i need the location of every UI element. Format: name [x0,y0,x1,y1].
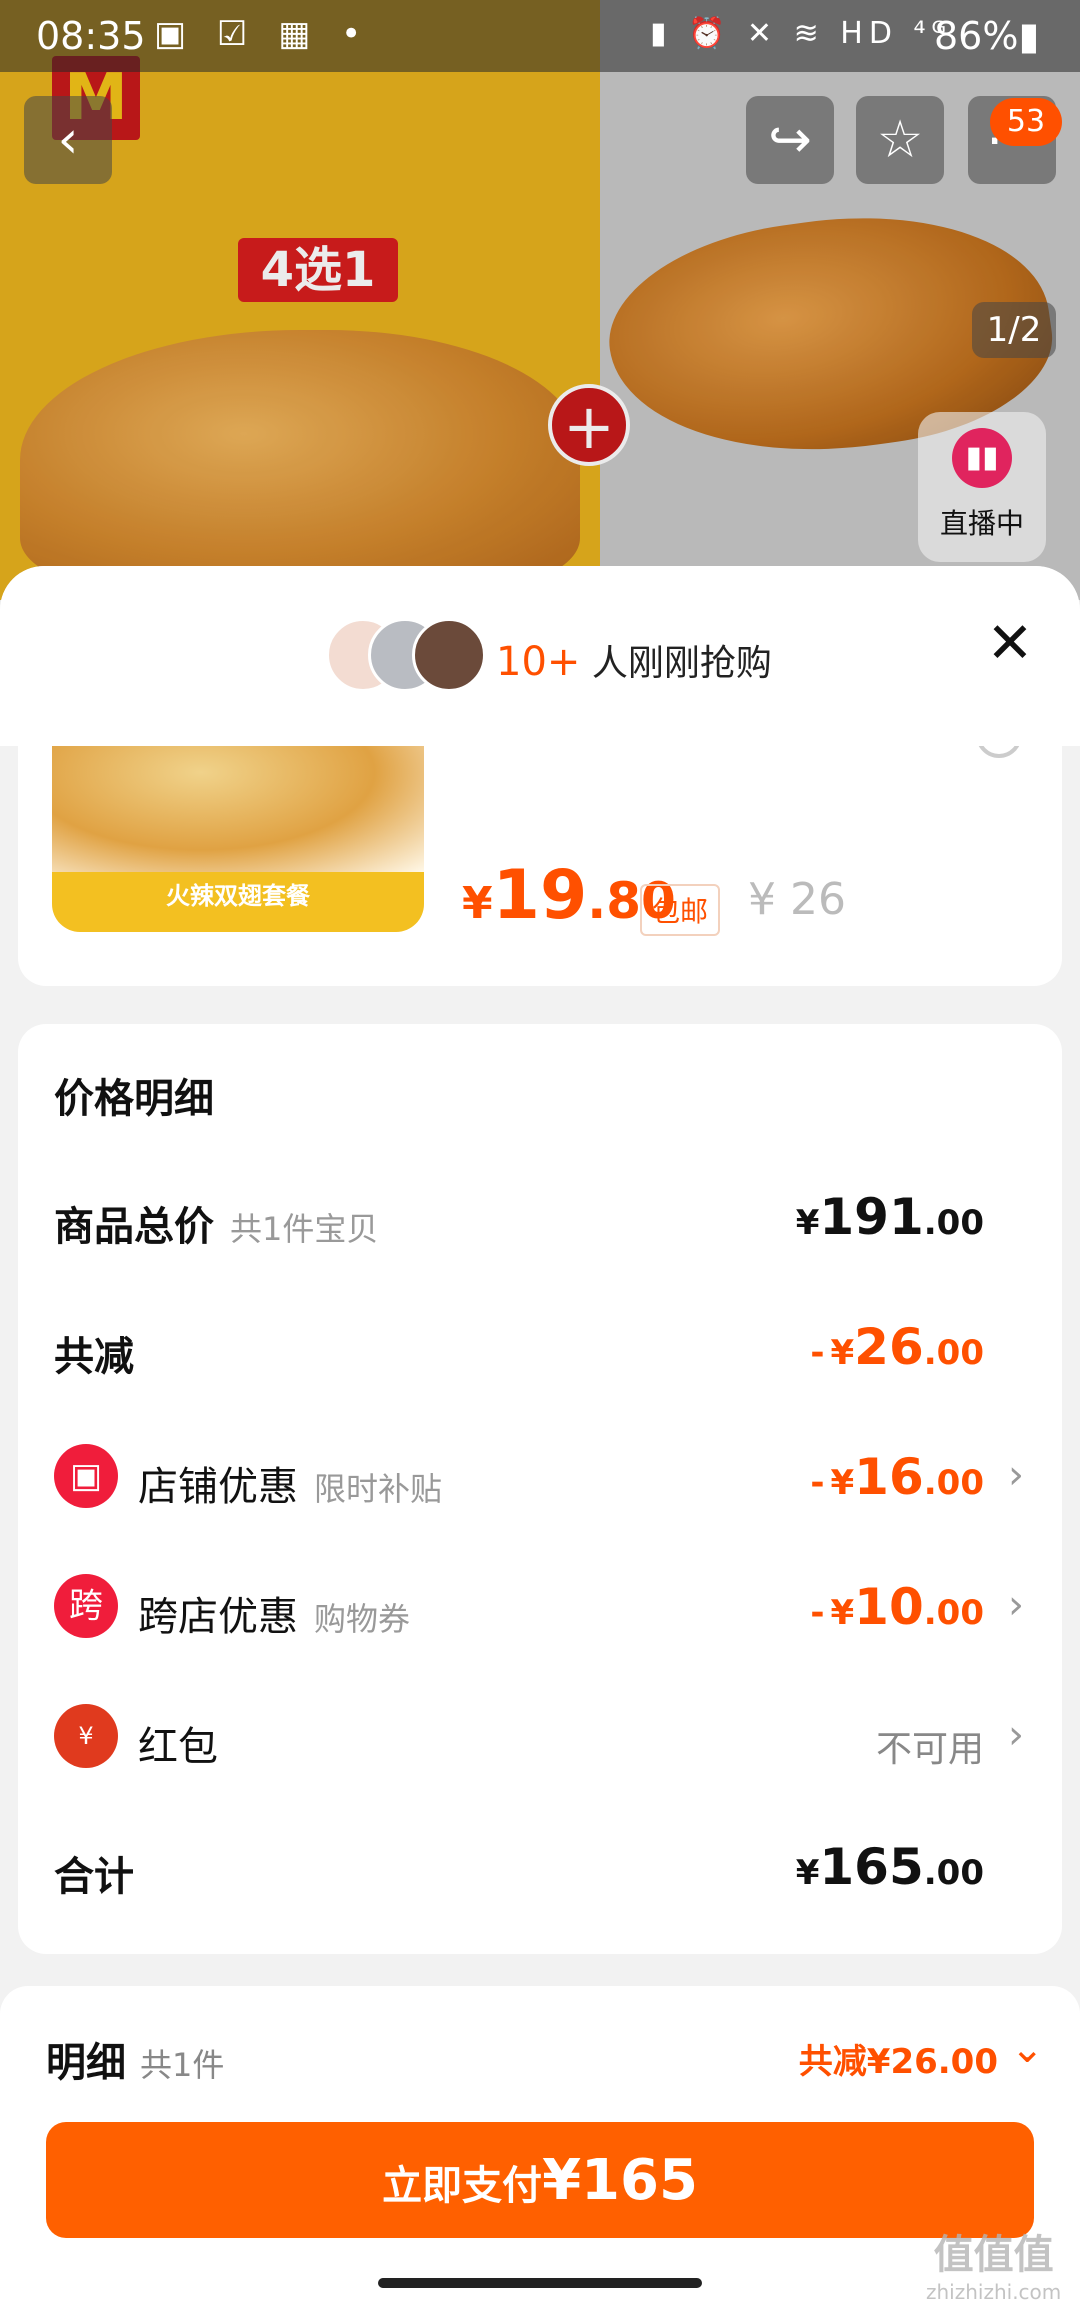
live-stream-button[interactable]: ▮▮ 直播中 [918,412,1046,562]
chevron-right-icon: › [1008,1712,1024,1758]
row-shop-discount[interactable]: ▣ 店铺优惠 限时补贴 - ¥16.00 › [54,1432,1024,1522]
pay-now-button[interactable]: 立即支付¥165 [46,2122,1034,2238]
price-detail-header: 价格明细 [54,1044,1024,1134]
live-label: 直播中 [939,507,1024,540]
cross-store-label-text: 跨店优惠 [138,1594,298,1640]
summary-toggle[interactable]: 明细 共1件 [46,2030,224,2088]
shop-discount-amount: - ¥16.00 [810,1448,984,1506]
free-shipping-badge: 包邮 [640,884,721,936]
product-card[interactable]: 火辣双翅套餐 ¥19.80 包邮 ¥ 26 [18,706,1062,986]
shop-discount-label-text: 店铺优惠 [138,1464,298,1510]
row-red-packet[interactable]: ¥ 红包 不可用 › [54,1692,1024,1782]
price-symbol: ¥ [462,878,493,929]
cross-store-amount: - ¥10.00 [810,1578,984,1636]
status-bar: 08:35 ▣ ☑ ▦ • ▮ ⏰ ✕ ≋ HD ⁴ᴳ 86%▮ [0,0,1080,72]
share-button[interactable]: ↪ [746,96,834,184]
grand-total-amount: ¥165.00 [796,1838,984,1896]
grand-total-label: 合计 [54,1854,134,1900]
buyers-label: 人刚刚抢购 [591,643,772,684]
red-packet-label: 红包 [138,1724,218,1770]
site-watermark: 值值值 zhizhizhi.com [926,2222,1061,2304]
cross-store-label: 跨店优惠 购物券 [138,1584,410,1642]
gallery-page-indicator: 1/2 [972,302,1056,358]
minus-sign: - [810,1463,825,1503]
shop-discount-sub: 限时补贴 [314,1470,443,1508]
checkout-bottom-bar: 明细 共1件 共减¥26.00 ⌄ 立即支付¥165 值值值 zhizhizhi.… [0,1986,1080,2316]
minus-sign: - [810,1593,825,1633]
shop-icon: ▣ [54,1444,118,1508]
live-icon: ▮▮ [952,428,1012,488]
sheet-header: 10+ 人刚刚抢购 ✕ [0,566,1080,746]
system-icons: ▮ ⏰ ✕ ≋ HD ⁴ᴳ [650,16,953,51]
buyers-count: 10+ [496,639,581,685]
currency-symbol: ¥ [795,1853,820,1893]
back-button[interactable]: ‹ [24,96,112,184]
red-packet-status: 不可用 [875,1729,984,1770]
currency-symbol: ¥ [830,1593,855,1633]
cart-count-badge: 53 [990,98,1062,146]
avatar [412,618,486,692]
subtotal-label-text: 商品总价 [54,1204,214,1250]
subtotal-count: 共1件宝贝 [230,1210,379,1248]
amount-integer: 26 [854,1318,924,1376]
amount-decimal: .00 [923,1593,984,1633]
currency-symbol: ¥ [830,1463,855,1503]
currency-symbol: ¥ [830,1333,855,1373]
favorite-button[interactable]: ☆ [856,96,944,184]
recent-buyers-text: 10+ 人刚刚抢购 [496,634,772,686]
price-detail-card: 价格明细 商品总价 共1件宝贝 ¥191.00 共减 - ¥26.00 ▣ 店铺优惠… [18,1024,1062,1954]
amount-integer: 165 [819,1838,924,1896]
close-button[interactable]: ✕ [980,614,1040,674]
row-grand-total: 合计 ¥165.00 [54,1822,1024,1912]
price-detail-title: 价格明细 [54,1076,214,1122]
status-time: 08:35 [36,14,146,58]
product-image-caption: 火辣双翅套餐 [166,882,310,910]
pay-label: 立即支付 [382,2163,543,2209]
total-discount-label: 共减 [54,1334,134,1380]
amount-decimal: .00 [923,1463,984,1503]
subtotal-amount: ¥191.00 [796,1188,984,1246]
amount-decimal: .00 [923,1333,984,1373]
chevron-right-icon: › [1008,1582,1024,1628]
home-indicator[interactable] [378,2278,702,2288]
checkout-sheet: 火辣双翅套餐 ¥19.80 包邮 ¥ 26 10+ 人刚刚抢购 ✕ 价格明细 商… [0,566,1080,2316]
buyer-avatars [326,618,486,696]
subtotal-label: 商品总价 共1件宝贝 [54,1194,378,1252]
row-total-discount: 共减 - ¥26.00 [54,1302,1024,1392]
price-integer: 19 [492,856,588,935]
chevron-right-icon: › [1008,1452,1024,1498]
star-icon: ☆ [876,110,924,170]
amount-integer: 16 [854,1448,924,1506]
chevron-down-icon[interactable]: ⌄ [1010,2026,1044,2072]
original-price: ¥ 26 [748,874,846,925]
close-icon: ✕ [986,611,1034,676]
currency-symbol: ¥ [795,1203,820,1243]
cross-store-sub: 购物券 [314,1600,411,1638]
summary-count: 共1件 [140,2046,225,2084]
amount-decimal: .00 [923,1853,984,1893]
pay-amount: ¥165 [542,2148,698,2213]
row-subtotal: 商品总价 共1件宝贝 ¥191.00 [54,1172,1024,1262]
row-cross-store-discount[interactable]: 跨 跨店优惠 购物券 - ¥10.00 › [54,1562,1024,1652]
minus-sign: - [810,1333,825,1373]
notification-icons: ▣ ☑ ▦ • [154,14,372,54]
summary-label: 明细 [46,2040,126,2086]
amount-integer: 191 [819,1188,924,1246]
watermark-site: zhizhizhi.com [926,2280,1062,2304]
amount-integer: 10 [854,1578,924,1636]
back-icon: ‹ [57,110,79,170]
cross-store-icon: 跨 [54,1574,118,1638]
shop-discount-label: 店铺优惠 限时补贴 [138,1454,442,1512]
watermark-logo: 值值值 [933,2232,1054,2278]
battery-level: 86%▮ [934,14,1040,58]
summary-discount[interactable]: 共减¥26.00 [799,2034,998,2083]
red-packet-icon: ¥ [54,1704,118,1768]
total-discount-amount: - ¥26.00 [810,1318,984,1376]
share-icon: ↪ [768,110,812,170]
amount-decimal: .00 [923,1203,984,1243]
